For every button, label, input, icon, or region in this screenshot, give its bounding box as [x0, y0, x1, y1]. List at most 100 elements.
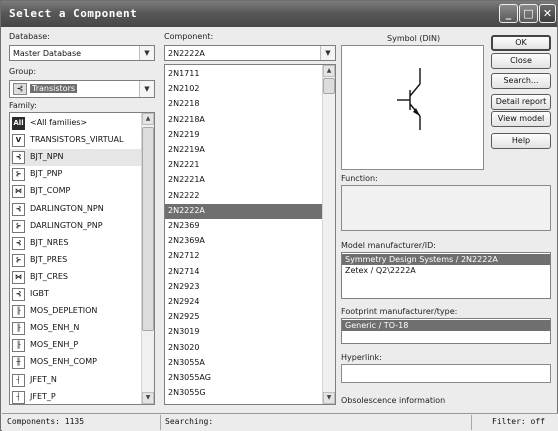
- family-item[interactable]: ┤ JFET_P: [10, 389, 142, 404]
- family-item[interactable]: ╟ MOS_DEPLETION: [10, 303, 142, 320]
- igbt-icon: ⊰: [12, 288, 25, 301]
- component-item[interactable]: 2N2218A: [165, 113, 322, 128]
- filter-dropdown-icon[interactable]: ▼: [320, 46, 335, 60]
- view-model-button[interactable]: View model: [491, 111, 551, 127]
- family-item[interactable]: ┤ JFET_N: [10, 372, 142, 389]
- family-item-label: BJT_PRES: [30, 254, 68, 264]
- family-item-label: JFET_P: [30, 391, 56, 401]
- component-item[interactable]: 2N2924: [165, 295, 322, 310]
- family-item[interactable]: ╫ MOS_ENH_COMP: [10, 354, 142, 371]
- component-item[interactable]: 2N3055G: [165, 386, 322, 401]
- status-divider: [160, 415, 161, 430]
- obsolescence-label: Obsolescence information: [341, 396, 446, 405]
- component-item[interactable]: 2N2712: [165, 249, 322, 264]
- close-window-button[interactable]: ✕: [539, 4, 556, 23]
- scroll-up-icon[interactable]: ▲: [323, 65, 335, 77]
- scroll-thumb[interactable]: [142, 127, 154, 331]
- family-item-label: BJT_PNP: [30, 169, 63, 179]
- family-item[interactable]: ⊰ BJT_NRES: [10, 235, 142, 252]
- family-item[interactable]: ⊰ IGBT: [10, 286, 142, 303]
- scroll-down-icon[interactable]: ▼: [323, 392, 335, 404]
- component-item-label: 2N3055AG: [168, 373, 211, 382]
- chevron-down-icon[interactable]: ▼: [139, 46, 154, 60]
- family-list[interactable]: ┤ JFET_P ┤ JFET_N ╫ MOS_ENH_COMP ╟ MOS_ENH_P ╟ MO…: [9, 112, 155, 405]
- model-manufacturer-item[interactable]: Symmetry Design Systems / 2N2222A: [342, 254, 550, 265]
- footprint-list[interactable]: Generic / TO-18: [341, 318, 551, 344]
- component-item[interactable]: 2N3055A: [165, 356, 322, 371]
- family-scrollbar[interactable]: ▲ ▼: [141, 113, 154, 404]
- component-list[interactable]: 2N3090 2N3055G 2N3055AG 2N3055A 2N3020 2N3019…: [164, 64, 336, 405]
- component-item[interactable]: 2N2369: [165, 219, 322, 234]
- database-label: Database:: [9, 32, 50, 41]
- component-item[interactable]: 2N2219: [165, 128, 322, 143]
- symbol-label: Symbol (DIN): [387, 34, 441, 43]
- database-select[interactable]: Master Database ▼: [9, 45, 155, 61]
- function-label: Function:: [341, 174, 378, 183]
- family-item[interactable]: ⊰ DARLINGTON_NPN: [10, 201, 142, 218]
- scroll-thumb[interactable]: [323, 78, 335, 94]
- family-item-label: MOS_ENH_P: [30, 340, 79, 350]
- component-item[interactable]: 2N2222: [165, 189, 322, 204]
- component-item[interactable]: 2N3090: [165, 401, 322, 404]
- search-button[interactable]: Search...: [491, 73, 551, 89]
- component-item[interactable]: 2N2221: [165, 158, 322, 173]
- component-input[interactable]: 2N2222A ▼: [164, 45, 336, 61]
- family-item[interactable]: ⊱ BJT_PNP: [10, 166, 142, 183]
- model-manufacturer-item[interactable]: Zetex / Q2\2222A: [342, 265, 550, 276]
- component-item[interactable]: 2N1711: [165, 67, 322, 82]
- family-item[interactable]: ⊰ BJT_NPN: [10, 149, 142, 167]
- scroll-up-icon[interactable]: ▲: [142, 113, 154, 125]
- scroll-down-icon[interactable]: ▼: [142, 392, 154, 404]
- ok-button[interactable]: OK: [491, 35, 551, 51]
- component-value: 2N2222A: [168, 49, 205, 58]
- component-item[interactable]: 2N3055AG: [165, 371, 322, 386]
- model-manufacturer-list[interactable]: Symmetry Design Systems / 2N2222A Zetex /…: [341, 252, 551, 299]
- darlington-pnp-icon: ⊱: [12, 219, 25, 233]
- component-item-label: 2N2221: [168, 160, 200, 170]
- family-item[interactable]: V TRANSISTORS_VIRTUAL: [10, 132, 142, 149]
- help-button[interactable]: Help: [491, 133, 551, 149]
- close-button[interactable]: Close: [491, 53, 551, 69]
- group-select[interactable]: ⊰ Transistors ▼: [9, 80, 155, 98]
- maximize-button[interactable]: □: [519, 4, 538, 23]
- component-item-label: 2N2222: [168, 190, 200, 200]
- detail-report-button[interactable]: Detail report: [491, 94, 551, 110]
- footprint-label: Footprint manufacturer/type:: [341, 307, 458, 316]
- component-item[interactable]: 2N2925: [165, 310, 322, 325]
- family-item[interactable]: ⋈ BJT_COMP: [10, 183, 142, 200]
- component-item[interactable]: 2N3019: [165, 325, 322, 340]
- family-item[interactable]: ⋈ BJT_CRES: [10, 269, 142, 286]
- component-item[interactable]: 2N3020: [165, 341, 322, 356]
- family-item-label: MOS_ENH_N: [30, 323, 80, 333]
- component-item[interactable]: 2N2221A: [165, 173, 322, 188]
- hyperlink-field[interactable]: [341, 364, 551, 383]
- component-item-label: 2N2218: [168, 99, 200, 109]
- family-item[interactable]: ╟ MOS_ENH_N: [10, 320, 142, 337]
- minimize-button[interactable]: _: [499, 4, 518, 23]
- npn-transistor-symbol-icon: [397, 68, 421, 130]
- family-item-label: BJT_NRES: [30, 237, 69, 247]
- component-item[interactable]: 2N2219A: [165, 143, 322, 158]
- function-field[interactable]: [341, 185, 551, 231]
- family-item[interactable]: All <All families>: [10, 115, 142, 132]
- chevron-down-icon[interactable]: ▼: [139, 81, 154, 97]
- component-scrollbar[interactable]: ▲ ▼: [322, 65, 335, 404]
- component-label: Component:: [164, 32, 214, 41]
- component-item[interactable]: 2N2369A: [165, 234, 322, 249]
- component-item-label: 2N2925: [168, 312, 200, 322]
- component-item[interactable]: 2N2714: [165, 265, 322, 280]
- component-item[interactable]: 2N2218: [165, 97, 322, 112]
- status-bar: Components: 1135 Searching: Filter: off: [2, 413, 558, 431]
- footprint-item[interactable]: Generic / TO-18: [342, 320, 550, 331]
- title-bar[interactable]: Select a Component _ □ ✕: [1, 1, 557, 27]
- component-item-label: 2N2369A: [168, 236, 205, 246]
- status-filter: Filter: off: [492, 417, 545, 426]
- family-item[interactable]: ╟ MOS_ENH_P: [10, 337, 142, 354]
- family-item[interactable]: ⊱ DARLINGTON_PNP: [10, 218, 142, 235]
- component-item[interactable]: 2N2923: [165, 280, 322, 295]
- component-item[interactable]: 2N2222A: [165, 203, 322, 219]
- bjt-comp-icon: ⋈: [12, 185, 25, 199]
- component-item[interactable]: 2N2102: [165, 82, 322, 97]
- family-item[interactable]: ⊱ BJT_PRES: [10, 252, 142, 269]
- family-item-label: IGBT: [30, 289, 49, 298]
